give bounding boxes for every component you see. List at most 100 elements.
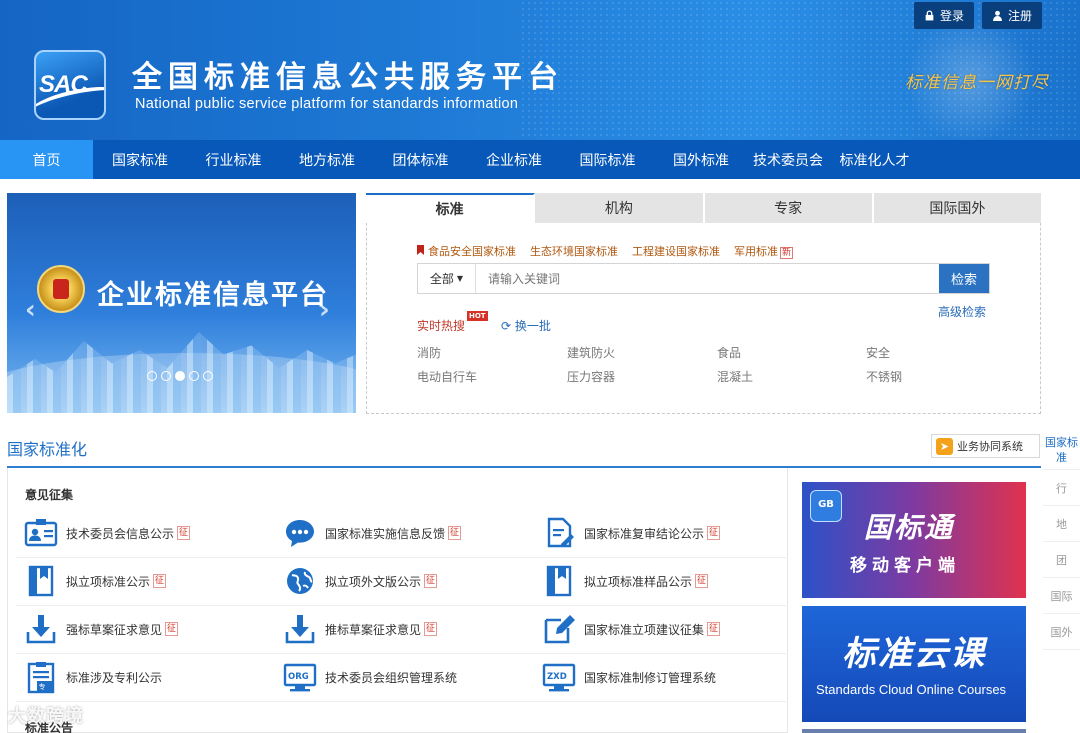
- cloud-course-banner[interactable]: 标准云课 Standards Cloud Online Courses: [802, 606, 1026, 722]
- row-divider: [16, 701, 786, 702]
- hot-keyword[interactable]: 不锈钢: [866, 368, 902, 385]
- auth-buttons: 登录 注册: [914, 2, 1043, 29]
- carousel-prev-icon[interactable]: ‹: [25, 295, 36, 325]
- search-tabs: 标准 机构 专家 国际国外: [366, 193, 1041, 223]
- nav-tech-committee[interactable]: 技术委员会: [748, 140, 828, 179]
- sub-title-consultation: 意见征集: [25, 488, 74, 502]
- quick-link-environment[interactable]: 生态环境国家标准: [530, 243, 618, 259]
- solicit-tag: 征: [448, 526, 462, 540]
- register-button[interactable]: 注册: [982, 2, 1043, 29]
- bookmark-book-icon: [24, 564, 58, 598]
- advanced-search-link[interactable]: 高级检索: [938, 303, 986, 320]
- link-implementation-feedback[interactable]: 国家标准实施信息反馈征: [283, 516, 462, 550]
- link-review-conclusion[interactable]: 国家标准复审结论公示征: [542, 516, 721, 550]
- patent-clipboard-icon: 专: [24, 660, 58, 694]
- third-banner[interactable]: [802, 729, 1026, 733]
- hot-keyword[interactable]: 压力容器: [567, 368, 615, 385]
- link-recommended-draft[interactable]: 推标草案征求意见征: [283, 612, 438, 646]
- app-name: 国标通: [864, 511, 955, 544]
- link-mandatory-draft[interactable]: 强标草案征求意见征: [24, 612, 179, 646]
- nav-enterprise-standards[interactable]: 企业标准: [467, 140, 561, 179]
- side-nav-group[interactable]: 团: [1043, 542, 1080, 578]
- banner-carousel[interactable]: 企业标准信息平台 ‹ ›: [7, 193, 356, 413]
- carousel-dot[interactable]: [161, 371, 171, 381]
- app-promo-banner[interactable]: GB 国标通 移动客户端: [802, 482, 1026, 598]
- svg-text:ZXD: ZXD: [547, 672, 567, 682]
- new-badge: 新: [780, 247, 794, 259]
- hot-keyword[interactable]: 食品: [717, 344, 741, 361]
- carousel-dot[interactable]: [189, 371, 199, 381]
- carousel-dot[interactable]: [203, 371, 213, 381]
- tab-organizations[interactable]: 机构: [535, 193, 705, 223]
- gb-app-icon: GB: [810, 490, 842, 522]
- hot-keyword[interactable]: 建筑防火: [567, 344, 615, 361]
- caret-down-icon: ▼: [456, 274, 464, 283]
- solicit-tag: 征: [153, 574, 167, 588]
- quick-link-food-safety[interactable]: 食品安全国家标准: [417, 243, 516, 259]
- refresh-link[interactable]: ⟳ 换一批: [501, 317, 551, 334]
- national-emblem-icon: [37, 265, 85, 313]
- org-monitor-icon: ORG: [283, 660, 317, 694]
- side-nav-international[interactable]: 国际: [1043, 578, 1080, 614]
- carousel-dot-active[interactable]: [175, 371, 185, 381]
- site-title: 全国标准信息公共服务平台: [132, 60, 564, 95]
- site-subtitle: National public service platform for sta…: [135, 96, 519, 112]
- link-proposed-samples[interactable]: 拟立项标准样品公示征: [542, 564, 709, 598]
- id-card-icon: [24, 516, 58, 550]
- coop-system-button[interactable]: ➤ 业务协同系统: [931, 434, 1040, 458]
- flag-icon: [417, 245, 424, 255]
- nav-home[interactable]: 首页: [0, 140, 93, 179]
- bookmark-book-icon: [542, 564, 576, 598]
- link-proposed-foreign-version[interactable]: 拟立项外文版公示征: [283, 564, 438, 598]
- link-project-proposal[interactable]: 国家标准立项建议征集征: [542, 612, 721, 646]
- solicit-tag: 征: [177, 526, 191, 540]
- link-committee-info[interactable]: 技术委员会信息公示征: [24, 516, 191, 550]
- hot-keyword[interactable]: 电动自行车: [417, 368, 477, 385]
- nav-international-standards[interactable]: 国际标准: [561, 140, 654, 179]
- side-nav-industry[interactable]: 行: [1043, 470, 1080, 506]
- sac-logo[interactable]: SAC: [34, 50, 106, 120]
- search-button[interactable]: 检索: [939, 264, 989, 293]
- carousel-next-icon[interactable]: ›: [319, 295, 330, 325]
- search-bar: 全部▼ 检索: [417, 263, 990, 294]
- solicit-tag: 征: [424, 574, 438, 588]
- side-nav-foreign[interactable]: 国外: [1043, 614, 1080, 650]
- cloud-course-subtitle: Standards Cloud Online Courses: [816, 682, 1007, 697]
- search-input[interactable]: [476, 264, 939, 293]
- section-title: 国家标准化: [7, 440, 88, 459]
- nav-national-standards[interactable]: 国家标准: [93, 140, 187, 179]
- chat-bubble-icon: [283, 516, 317, 550]
- hot-keyword[interactable]: 安全: [866, 344, 890, 361]
- tab-international[interactable]: 国际国外: [873, 193, 1041, 223]
- carousel-dots: [147, 371, 213, 381]
- solicit-tag: 征: [424, 622, 438, 636]
- link-revision-management[interactable]: ZXD 国家标准制修订管理系统: [542, 660, 716, 694]
- nav-local-standards[interactable]: 地方标准: [280, 140, 374, 179]
- side-nav-national[interactable]: 国家标准: [1043, 430, 1080, 470]
- nav-industry-standards[interactable]: 行业标准: [187, 140, 280, 179]
- app-subtitle: 移动客户端: [850, 556, 960, 576]
- document-edit-icon: [542, 516, 576, 550]
- nav-group-standards[interactable]: 团体标准: [374, 140, 467, 179]
- row-divider: [16, 605, 786, 606]
- hot-keyword[interactable]: 混凝土: [717, 368, 753, 385]
- nav-foreign-standards[interactable]: 国外标准: [654, 140, 748, 179]
- quick-link-construction[interactable]: 工程建设国家标准: [632, 243, 720, 259]
- carousel-dot[interactable]: [147, 371, 157, 381]
- link-committee-management[interactable]: ORG 技术委员会组织管理系统: [283, 660, 457, 694]
- hot-keyword[interactable]: 消防: [417, 344, 441, 361]
- svg-text:ORG: ORG: [288, 672, 309, 682]
- link-proposed-standards[interactable]: 拟立项标准公示征: [24, 564, 167, 598]
- tab-standards[interactable]: 标准: [366, 193, 536, 223]
- quick-link-military[interactable]: 军用标准新: [734, 243, 794, 259]
- solicit-tag: 征: [707, 622, 721, 636]
- download-tray-icon: [24, 612, 58, 646]
- nav-talent[interactable]: 标准化人才: [828, 140, 921, 179]
- slogan: 标准信息一网打尽: [905, 73, 1049, 93]
- login-button[interactable]: 登录: [914, 2, 975, 29]
- side-nav-local[interactable]: 地: [1043, 506, 1080, 542]
- hot-badge: HOT: [467, 311, 488, 321]
- search-scope-select[interactable]: 全部 ▼: [418, 264, 476, 293]
- tab-experts[interactable]: 专家: [704, 193, 874, 223]
- link-patent-disclosure[interactable]: 专 标准涉及专利公示: [24, 660, 162, 694]
